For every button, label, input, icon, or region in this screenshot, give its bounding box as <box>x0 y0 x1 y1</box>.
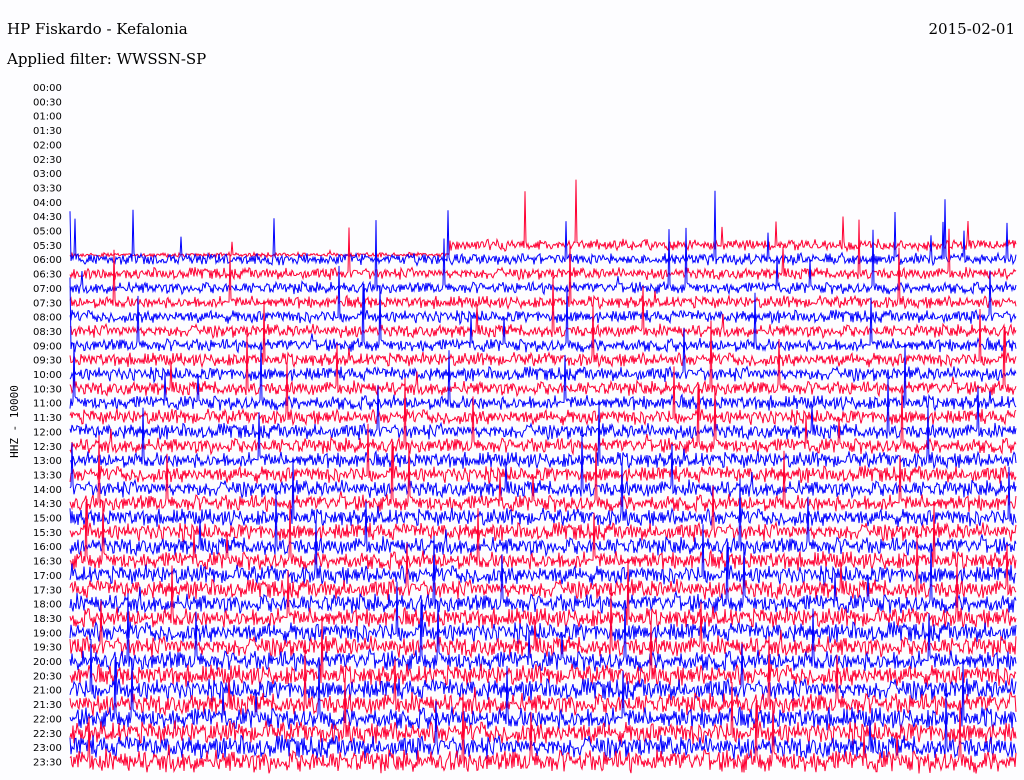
row-time-label: 18:00 <box>33 600 62 611</box>
row-time-label: 02:30 <box>33 155 62 166</box>
row-time-label: 21:00 <box>33 686 62 697</box>
row-time-label: 18:30 <box>33 614 62 625</box>
row-time-label: 14:30 <box>33 499 62 510</box>
row-time-label: 22:00 <box>33 714 62 725</box>
row-time-label: 10:00 <box>33 370 62 381</box>
row-time-label: 01:30 <box>33 126 62 137</box>
row-time-label: 03:30 <box>33 183 62 194</box>
row-time-label: 19:00 <box>33 628 62 639</box>
row-time-label: 02:00 <box>33 140 62 151</box>
row-time-label: 13:30 <box>33 470 62 481</box>
trace-row-14:00 <box>69 434 1017 500</box>
row-time-label: 23:30 <box>33 757 62 768</box>
trace-row-15:30 <box>69 485 1017 544</box>
row-time-label: 07:00 <box>33 284 62 295</box>
row-time-label: 16:30 <box>33 557 62 568</box>
row-time-label: 20:00 <box>33 657 62 668</box>
row-time-label: 20:30 <box>33 671 62 682</box>
row-time-label: 11:30 <box>33 413 62 424</box>
row-time-label: 05:00 <box>33 227 62 238</box>
row-time-label: 08:30 <box>33 327 62 338</box>
row-time-label: 04:00 <box>33 198 62 209</box>
row-time-label: 15:00 <box>33 514 62 525</box>
row-time-label: 17:00 <box>33 571 62 582</box>
helicorder-plot: 00:00 00:30 01:00 01:30 02:00 02:30 03:00 03:30… <box>33 83 1017 774</box>
row-time-label: 06:00 <box>33 255 62 266</box>
row-time-label: 21:30 <box>33 700 62 711</box>
row-time-label: 19:30 <box>33 643 62 654</box>
trace-row-19:00 <box>69 581 1017 644</box>
trace-row-05:30 <box>69 179 1017 259</box>
row-time-label: 23:00 <box>33 743 62 754</box>
row-time-label: 08:00 <box>33 313 62 324</box>
row-time-label: 07:30 <box>33 298 62 309</box>
row-time-label: 09:00 <box>33 341 62 352</box>
row-time-label: 22:30 <box>33 729 62 740</box>
row-time-label: 15:30 <box>33 528 62 539</box>
row-time-label: 05:30 <box>33 241 62 252</box>
row-time-label: 13:00 <box>33 456 62 467</box>
row-time-label: 00:00 <box>33 83 62 94</box>
row-time-label: 04:30 <box>33 212 62 223</box>
row-time-label: 11:00 <box>33 399 62 410</box>
row-time-label: 10:30 <box>33 384 62 395</box>
row-time-label: 12:00 <box>33 427 62 438</box>
row-time-label: 12:30 <box>33 442 62 453</box>
trace-row-17:30 <box>69 535 1017 601</box>
row-time-label: 06:30 <box>33 270 62 281</box>
row-time-label: 09:30 <box>33 356 62 367</box>
row-time-label: 16:00 <box>33 542 62 553</box>
row-time-label: 01:00 <box>33 112 62 123</box>
row-time-label: 14:00 <box>33 485 62 496</box>
row-time-label: 17:30 <box>33 585 62 596</box>
row-time-label: 00:30 <box>33 97 62 108</box>
row-time-label: 03:00 <box>33 169 62 180</box>
